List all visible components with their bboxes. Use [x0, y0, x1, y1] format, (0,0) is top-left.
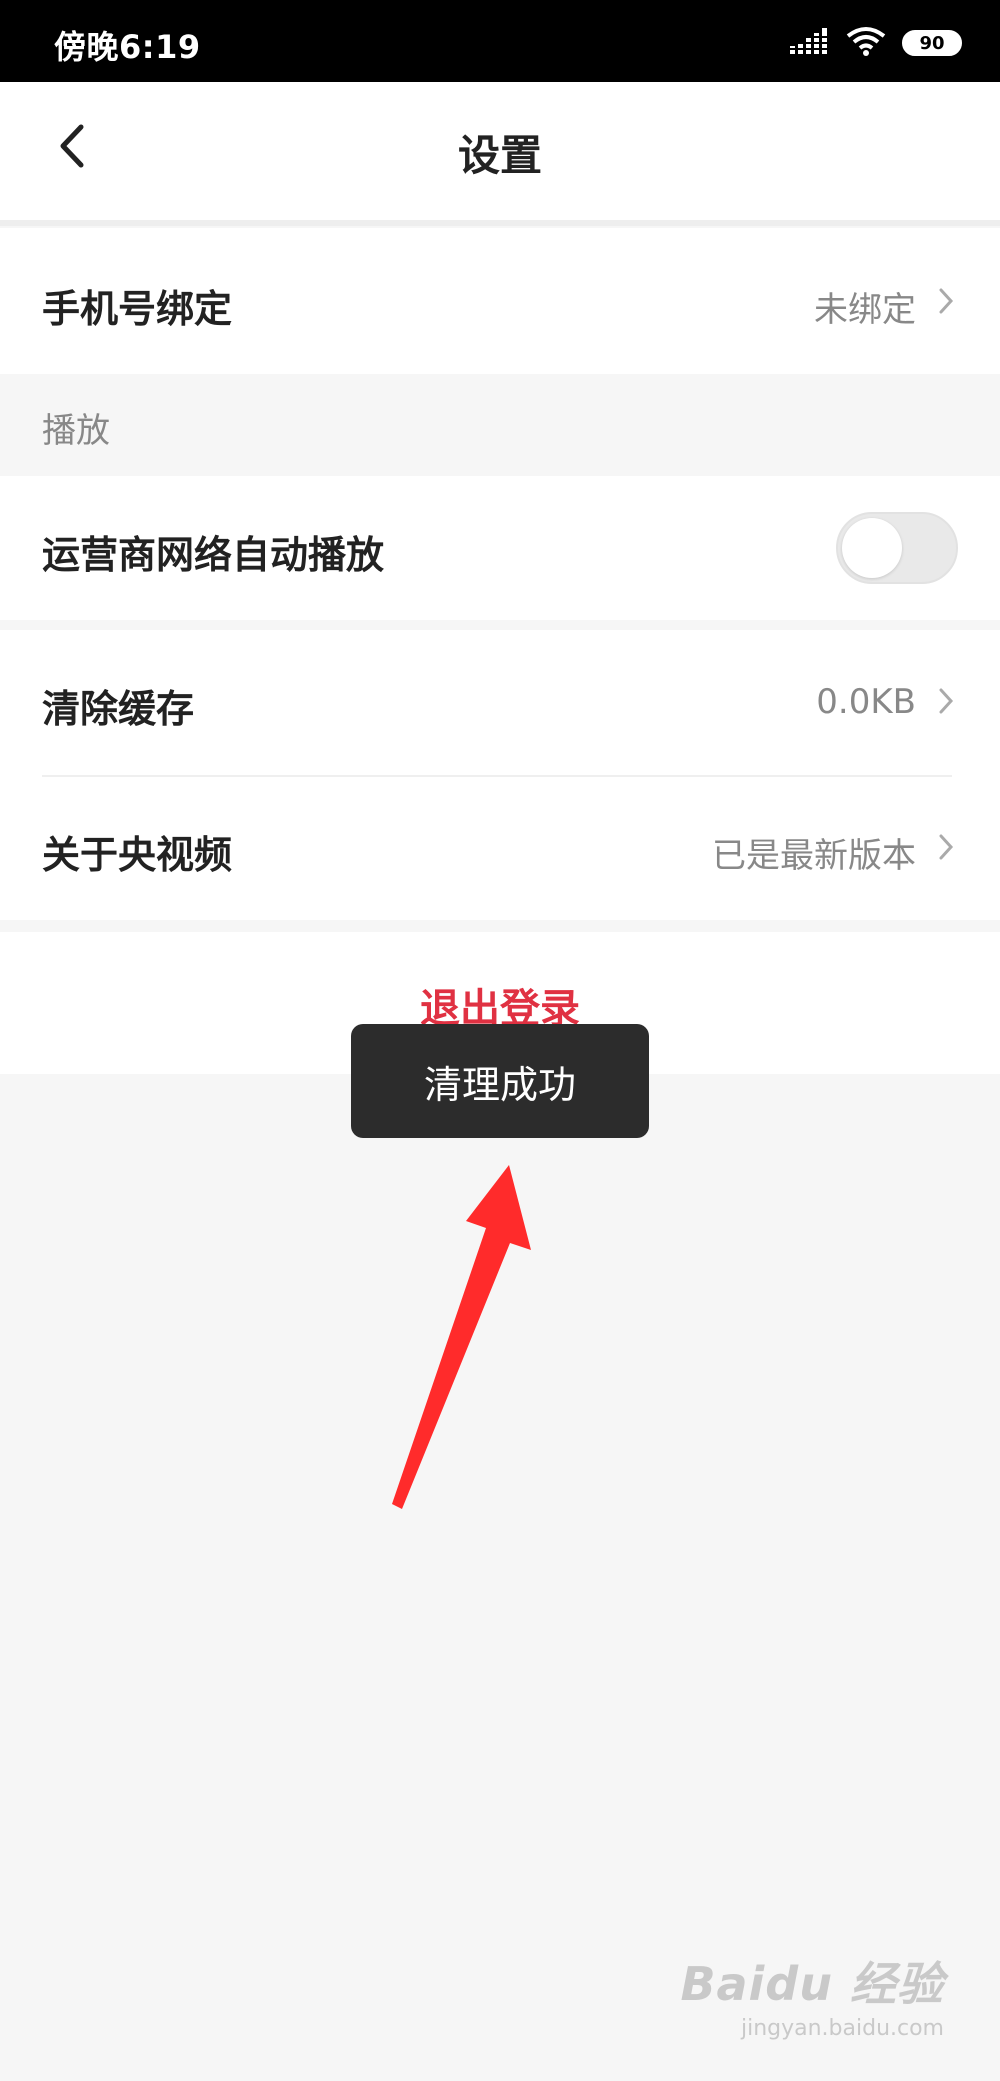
status-bar: 傍晚6:19 90 [0, 0, 1000, 82]
carrier-autoplay-toggle[interactable] [836, 512, 958, 584]
settings-screen: 傍晚6:19 90 设置 手机号绑定 未绑定 播放 运营商网络自动播放 清除缓存… [0, 0, 1000, 2081]
about-value: 已是最新版本 [712, 836, 916, 876]
battery-level: 90 [919, 32, 945, 54]
about-row[interactable]: 关于央视频 已是最新版本 [0, 776, 1000, 920]
toggle-knob [842, 518, 902, 578]
chevron-right-icon [936, 686, 956, 716]
clear-cache-row[interactable]: 清除缓存 0.0KB [0, 630, 1000, 774]
toast-message: 清理成功 [351, 1024, 649, 1138]
watermark-url: jingyan.baidu.com [740, 2016, 944, 2041]
toast-text: 清理成功 [423, 1062, 576, 1107]
chevron-right-icon [936, 286, 956, 316]
clear-cache-value: 0.0KB [816, 682, 916, 722]
battery-icon: 90 [902, 30, 962, 56]
section-label-playback: 播放 [42, 411, 110, 451]
phone-binding-value: 未绑定 [814, 290, 916, 330]
phone-binding-row[interactable]: 手机号绑定 未绑定 [0, 228, 1000, 374]
phone-binding-label: 手机号绑定 [42, 287, 233, 331]
wifi-icon [846, 26, 886, 60]
header-bar: 设置 [0, 82, 1000, 226]
watermark-brand: Baidu 经验 [680, 1957, 944, 2011]
carrier-autoplay-label: 运营商网络自动播放 [42, 533, 385, 577]
status-icons: 90 [790, 26, 962, 60]
page-title: 设置 [457, 131, 542, 180]
status-time: 傍晚6:19 [54, 28, 201, 66]
clear-cache-label: 清除缓存 [42, 687, 195, 731]
chevron-right-icon [936, 832, 956, 862]
baidu-watermark: Baidu 经验 jingyan.baidu.com [680, 1948, 944, 2041]
signal-icon [790, 28, 830, 58]
carrier-autoplay-row: 运营商网络自动播放 [0, 476, 1000, 620]
about-label: 关于央视频 [42, 833, 233, 877]
cache-about-group: 清除缓存 0.0KB 关于央视频 已是最新版本 [0, 630, 1000, 920]
